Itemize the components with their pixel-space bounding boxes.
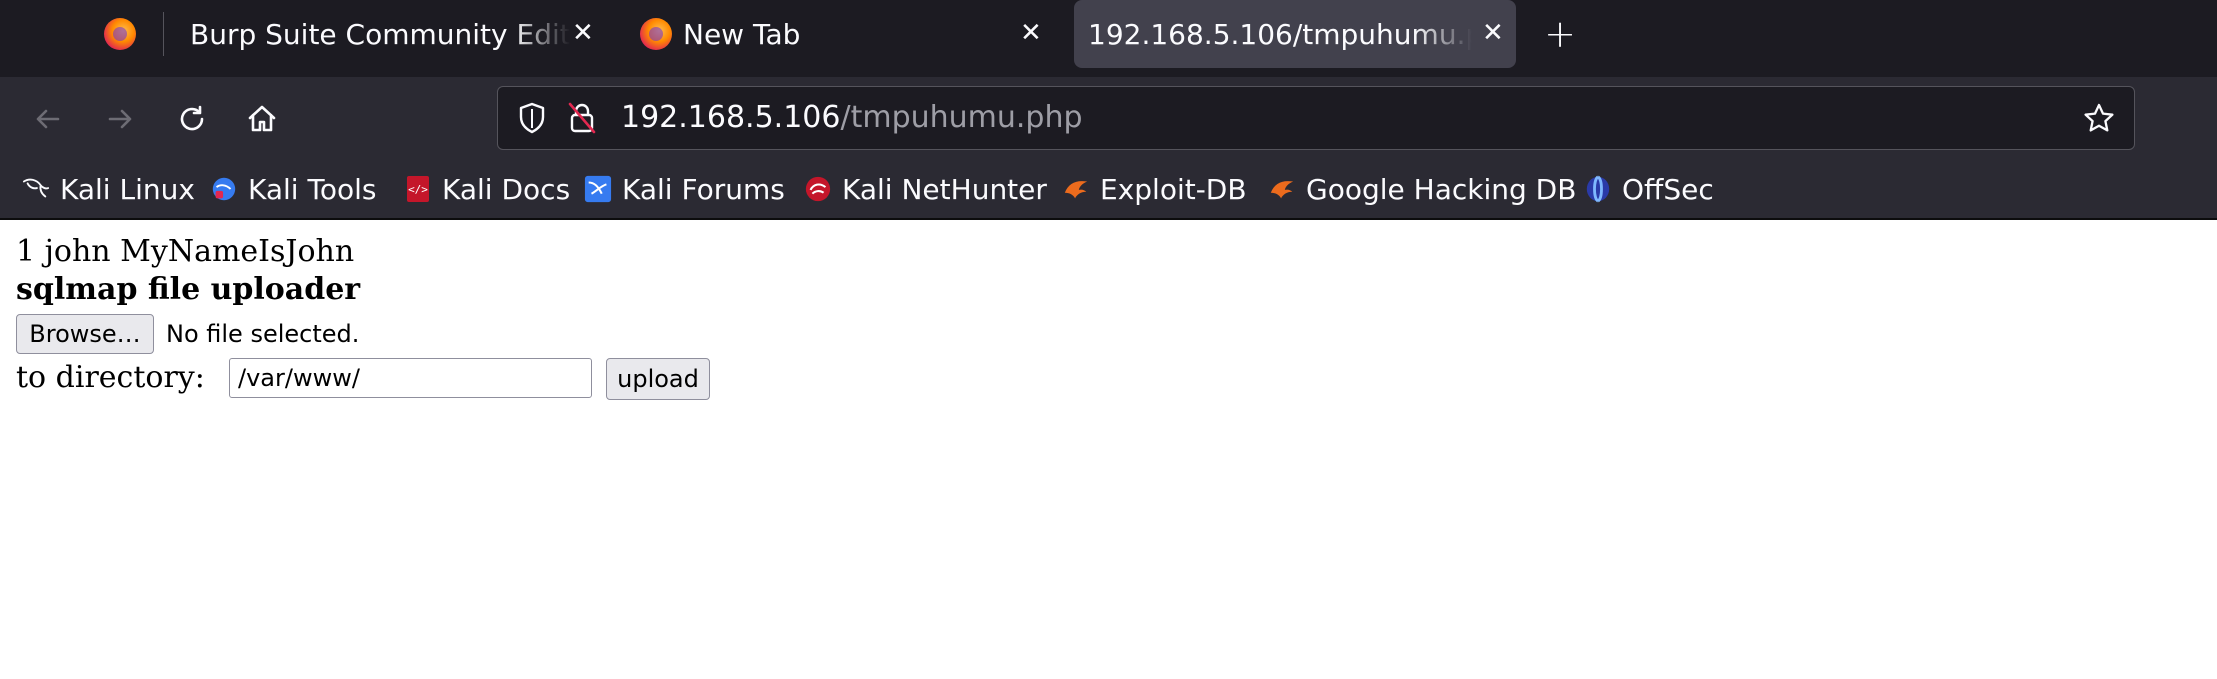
offsec-icon	[1584, 175, 1612, 203]
page-content: 1 john MyNameIsJohn sqlmap file uploader…	[0, 220, 2217, 679]
back-button[interactable]	[26, 97, 70, 141]
bookmark-star-icon[interactable]	[2082, 101, 2116, 139]
tab-label: Burp Suite Community Edition	[190, 17, 570, 51]
reload-icon	[180, 105, 204, 131]
directory-label: to directory:	[16, 360, 205, 395]
url-path: /tmpuhumu.php	[840, 100, 1083, 135]
new-tab-button[interactable]: +	[1540, 0, 1580, 68]
bookmark-label: Exploit-DB	[1100, 172, 1247, 206]
tab-new-tab[interactable]: New Tab ✕	[634, 0, 1054, 68]
url-bar[interactable]: 192.168.5.106/tmpuhumu.php	[497, 86, 2135, 150]
close-icon[interactable]: ✕	[1020, 20, 1042, 46]
file-selection-status: No file selected.	[166, 320, 360, 348]
bookmark-exploit-db[interactable]: Exploit-DB	[1062, 162, 1247, 216]
bookmark-kali-tools[interactable]: Kali Tools	[210, 162, 376, 216]
plus-icon: +	[1544, 12, 1576, 56]
firefox-view-tab[interactable]	[98, 0, 162, 68]
svg-text:</>: </>	[408, 183, 428, 196]
directory-input[interactable]	[229, 358, 592, 398]
tab-label: New Tab	[683, 17, 801, 51]
tab-divider	[163, 12, 164, 56]
bookmark-google-hacking-db[interactable]: Google Hacking DB	[1268, 162, 1576, 216]
bookmark-label: Kali Tools	[248, 172, 377, 206]
bookmark-label: Kali NetHunter	[842, 172, 1047, 206]
bookmark-offsec[interactable]: OffSec	[1584, 162, 1714, 216]
upload-button[interactable]: upload	[606, 358, 710, 400]
tab-label: 192.168.5.106/tmpuhumu.php	[1088, 17, 1472, 51]
page-heading: sqlmap file uploader	[16, 272, 361, 307]
bookmark-label: Google Hacking DB	[1306, 172, 1577, 206]
url-text[interactable]: 192.168.5.106/tmpuhumu.php	[621, 100, 1083, 135]
bookmark-label: Kali Docs	[442, 172, 571, 206]
reload-button[interactable]	[170, 97, 214, 141]
kali-tools-icon	[210, 175, 238, 203]
arrow-right-icon	[108, 109, 132, 129]
navigation-toolbar: 192.168.5.106/tmpuhumu.php	[0, 77, 2217, 162]
browse-file-button[interactable]: Browse…	[16, 314, 154, 354]
bookmark-kali-forums[interactable]: Kali Forums	[584, 162, 785, 216]
kali-forums-icon	[584, 175, 612, 203]
close-icon[interactable]: ✕	[572, 20, 594, 46]
home-button[interactable]	[240, 97, 284, 141]
bookmarks-toolbar: Kali Linux Kali Tools </> Kali Docs Kali…	[0, 162, 2217, 220]
bookmark-label: Kali Forums	[622, 172, 785, 206]
kali-dragon-icon	[22, 175, 50, 203]
url-host: 192.168.5.106	[621, 100, 841, 135]
query-result-text: 1 john MyNameIsJohn	[16, 234, 355, 269]
bookmark-label: Kali Linux	[60, 172, 195, 206]
tab-active-page[interactable]: 192.168.5.106/tmpuhumu.php ✕	[1074, 0, 1516, 68]
forward-button[interactable]	[98, 97, 142, 141]
bookmark-kali-nethunter[interactable]: Kali NetHunter	[804, 162, 1047, 216]
kali-nethunter-icon	[804, 175, 832, 203]
bookmark-label: OffSec	[1622, 172, 1714, 206]
tab-burp-suite[interactable]: Burp Suite Community Edition ✕	[176, 0, 600, 68]
ghdb-icon	[1268, 175, 1296, 203]
insecure-lock-icon[interactable]	[566, 100, 598, 140]
firefox-icon	[640, 18, 672, 50]
tab-strip: Burp Suite Community Edition ✕ New Tab ✕…	[0, 0, 2217, 77]
bookmark-kali-linux[interactable]: Kali Linux	[22, 162, 195, 216]
shield-icon[interactable]	[516, 101, 548, 139]
browser-chrome: Burp Suite Community Edition ✕ New Tab ✕…	[0, 0, 2217, 220]
exploit-db-icon	[1062, 175, 1090, 203]
arrow-left-icon	[36, 109, 60, 129]
kali-docs-icon: </>	[404, 175, 432, 203]
firefox-icon	[104, 18, 136, 50]
close-icon[interactable]: ✕	[1482, 20, 1504, 46]
home-icon	[248, 105, 276, 132]
bookmark-kali-docs[interactable]: </> Kali Docs	[404, 162, 570, 216]
